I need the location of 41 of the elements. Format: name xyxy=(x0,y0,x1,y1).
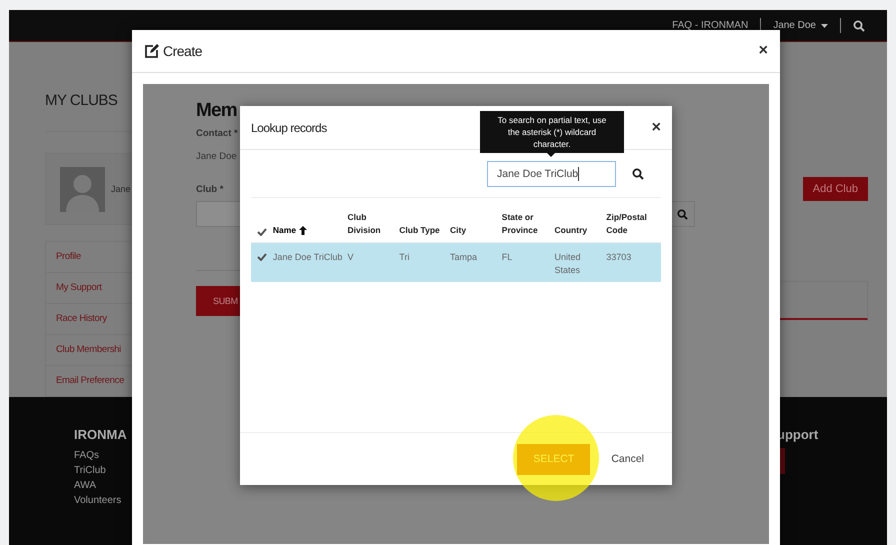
column-header[interactable]: City xyxy=(450,224,502,242)
column-header[interactable]: State or Province xyxy=(502,211,555,242)
table-cell-text: United States xyxy=(554,251,582,277)
dialog-title: Create xyxy=(163,43,204,59)
table-cell-text: V xyxy=(348,251,355,264)
table-cell-text: Tri xyxy=(399,251,410,264)
search-icon[interactable] xyxy=(853,20,865,32)
close-button[interactable]: × xyxy=(652,118,661,136)
footer-link[interactable]: TriClub xyxy=(74,463,127,478)
search-field[interactable]: Jane Doe TriClub xyxy=(487,160,616,186)
checkmark-icon xyxy=(256,253,267,261)
column-header[interactable]: Club Division xyxy=(348,211,400,242)
table-cell-text: Tampa xyxy=(450,251,478,264)
footer-heading: IRONMA xyxy=(74,427,127,442)
faq-link[interactable]: FAQ - IRONMAN xyxy=(672,20,748,31)
search-icon[interactable] xyxy=(632,168,644,180)
column-header[interactable]: Country xyxy=(554,224,606,242)
table-cell-text: FL xyxy=(502,251,514,264)
column-header[interactable]: Name xyxy=(272,224,348,242)
contact-value: Jane Doe xyxy=(196,151,237,162)
user-menu[interactable]: Jane Doe xyxy=(773,20,828,31)
footer-link[interactable]: AWA xyxy=(74,478,127,493)
dialog-title: Lookup records xyxy=(251,120,327,134)
table-row[interactable]: Jane Doe TriClub V Tri Tampa FL United States 33703 xyxy=(251,243,661,282)
caret-icon xyxy=(821,24,828,28)
table-cell-text: 33703 xyxy=(606,251,632,264)
table-cell-text: Jane Doe TriClub xyxy=(272,251,344,264)
cancel-button[interactable]: Cancel xyxy=(611,453,644,465)
footer-link[interactable]: FAQs xyxy=(74,448,127,463)
avatar-icon xyxy=(60,166,105,212)
tooltip: To search on partial text, use the asterisk (*) wildcard character. xyxy=(480,111,624,153)
search-icon xyxy=(676,208,688,220)
close-button[interactable]: × xyxy=(758,42,768,60)
checkmark-icon[interactable] xyxy=(256,228,267,236)
profile-name: Jane xyxy=(111,184,131,194)
edit-icon xyxy=(144,44,159,58)
column-header[interactable]: Zip/Postal Code xyxy=(606,211,662,242)
footer-link[interactable]: Volunteers xyxy=(74,493,127,508)
sort-arrow-icon xyxy=(299,226,308,235)
field-label: Club * xyxy=(196,184,224,195)
column-header[interactable]: Club Type xyxy=(399,224,450,242)
